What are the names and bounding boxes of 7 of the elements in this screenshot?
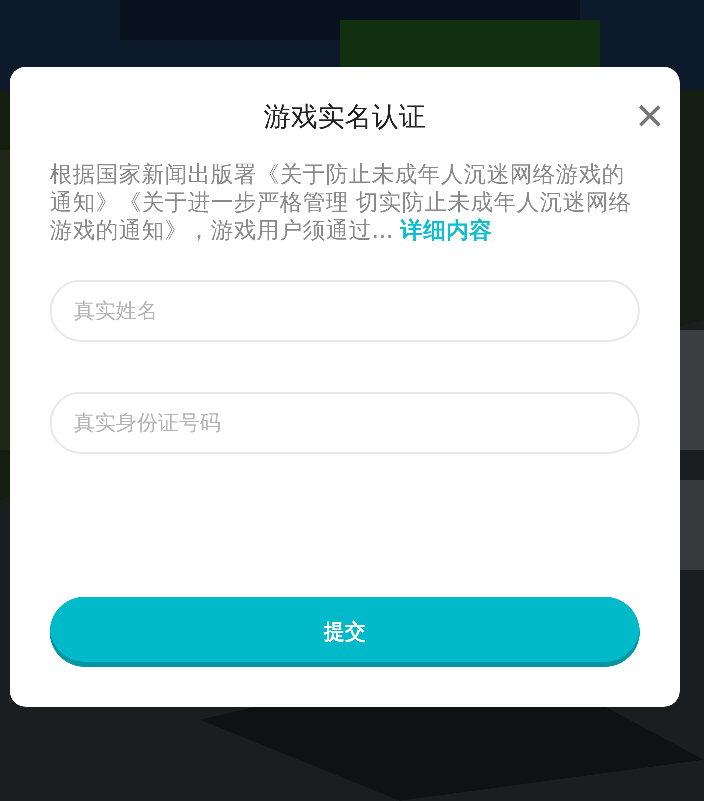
details-link[interactable]: 详细内容: [400, 218, 493, 244]
notice-text: 根据国家新闻出版署《关于防止未成年人沉迷网络游戏的通知》《关于进一步严格管理 切实防止未成年人沉迷网络游戏的通知》，游戏用户须通过... 详细内容: [50, 161, 634, 245]
name-field[interactable]: 真实姓名: [50, 280, 640, 342]
close-button[interactable]: ×: [632, 99, 668, 135]
submit-button[interactable]: 提交: [50, 597, 640, 667]
dialog-title: 游戏实名认证: [264, 101, 426, 135]
id-number-field[interactable]: 真实身份证号码: [50, 392, 640, 454]
